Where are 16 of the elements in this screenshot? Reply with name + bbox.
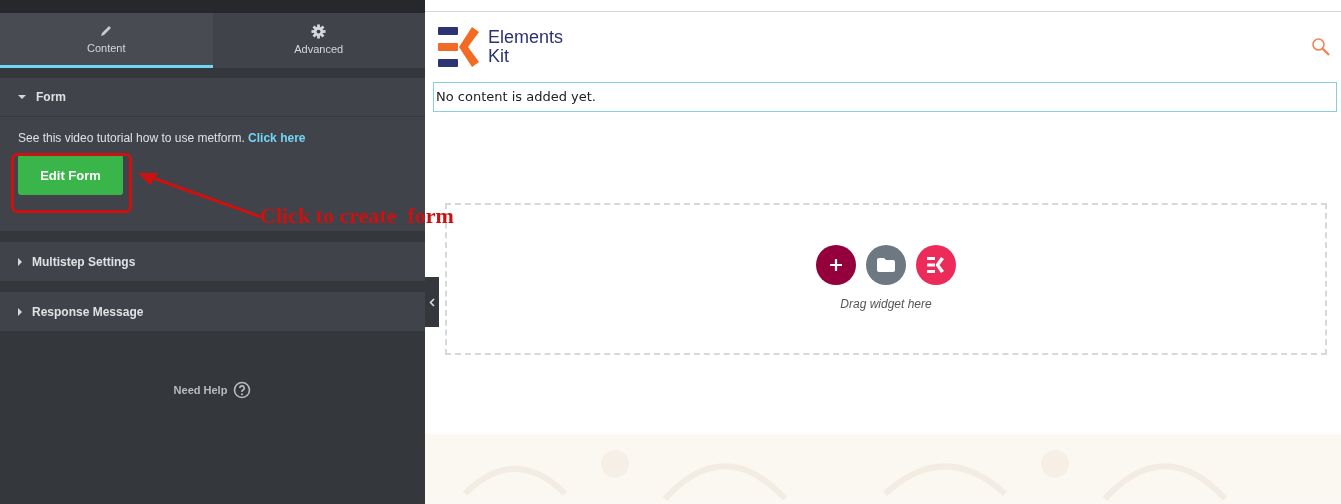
tutorial-link[interactable]: Click here	[248, 131, 306, 145]
logo-icon	[438, 26, 482, 67]
help-text: Need Help	[173, 384, 228, 396]
collapse-handle[interactable]	[425, 277, 439, 327]
panel-tab[interactable]: Content	[0, 13, 213, 68]
logo-icon[interactable]	[916, 244, 956, 285]
logo-text: Elements Kit	[488, 27, 564, 66]
folder-icon[interactable]	[866, 244, 906, 285]
tutorial-text: See this video tutorial how to use metform. Click here	[18, 131, 307, 145]
help-icon[interactable]	[233, 381, 252, 399]
add-icon[interactable]	[816, 244, 856, 285]
settings-icon	[311, 23, 327, 39]
search-icon[interactable]	[1311, 36, 1331, 57]
pencil-icon	[99, 24, 114, 38]
drop-hint: Drag widget here	[840, 296, 932, 311]
notice-text: No content is added yet.	[433, 81, 1337, 112]
